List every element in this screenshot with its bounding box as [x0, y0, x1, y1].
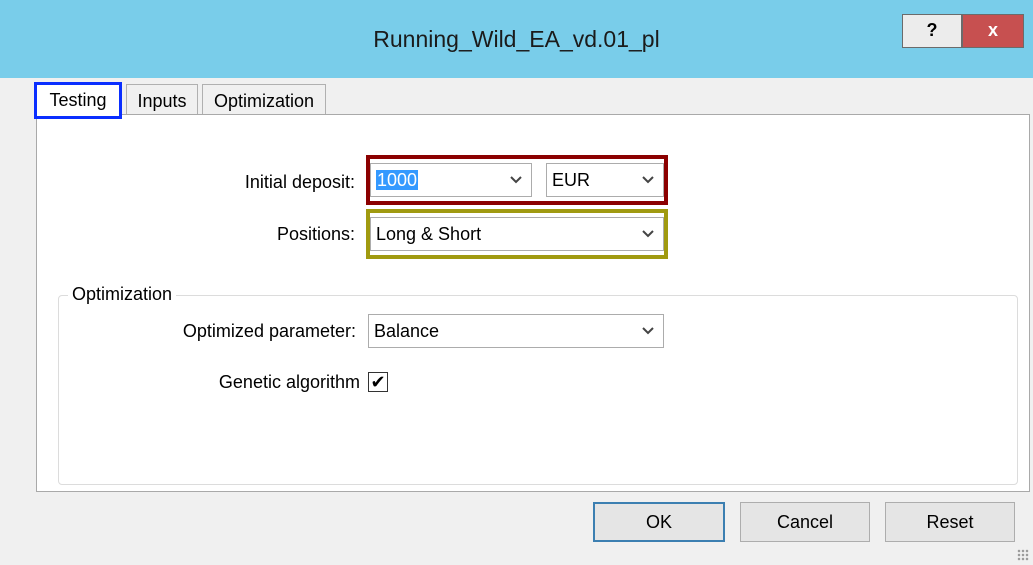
positions-value: Long & Short	[376, 224, 482, 244]
genetic-algorithm-checkbox[interactable]: ✔	[368, 372, 388, 392]
initial-deposit-value: 1000	[376, 170, 419, 190]
title-bar: Running_Wild_EA_vd.01_pl ? x	[0, 0, 1033, 78]
initial-deposit-combo[interactable]: 1000	[370, 163, 532, 197]
optimized-parameter-value: Balance	[374, 321, 440, 341]
positions-label: Positions:	[276, 224, 355, 244]
ok-button[interactable]: OK	[593, 502, 725, 542]
optimized-parameter-combo[interactable]: Balance	[368, 314, 664, 348]
resize-grip-icon[interactable]	[1017, 549, 1029, 561]
reset-button[interactable]: Reset	[885, 502, 1015, 542]
chevron-down-icon	[509, 164, 523, 196]
tab-testing[interactable]: Testing	[34, 82, 122, 119]
genetic-algorithm-label: Genetic algorithm	[218, 372, 360, 392]
positions-combo[interactable]: Long & Short	[370, 217, 664, 251]
optimization-group-title: Optimization	[68, 284, 177, 305]
tab-optimization[interactable]: Optimization	[202, 84, 326, 118]
checkmark-icon: ✔	[370, 372, 386, 392]
tab-inputs[interactable]: Inputs	[126, 84, 198, 118]
currency-combo[interactable]: EUR	[546, 163, 664, 197]
chevron-down-icon	[641, 218, 655, 250]
help-button[interactable]: ?	[902, 14, 962, 48]
chevron-down-icon	[641, 315, 655, 347]
optimized-parameter-label: Optimized parameter:	[182, 321, 356, 341]
chevron-down-icon	[641, 164, 655, 196]
initial-deposit-label: Initial deposit:	[244, 172, 355, 192]
close-button[interactable]: x	[962, 14, 1024, 48]
cancel-button[interactable]: Cancel	[740, 502, 870, 542]
window-title: Running_Wild_EA_vd.01_pl	[373, 26, 660, 52]
currency-value: EUR	[552, 170, 591, 190]
